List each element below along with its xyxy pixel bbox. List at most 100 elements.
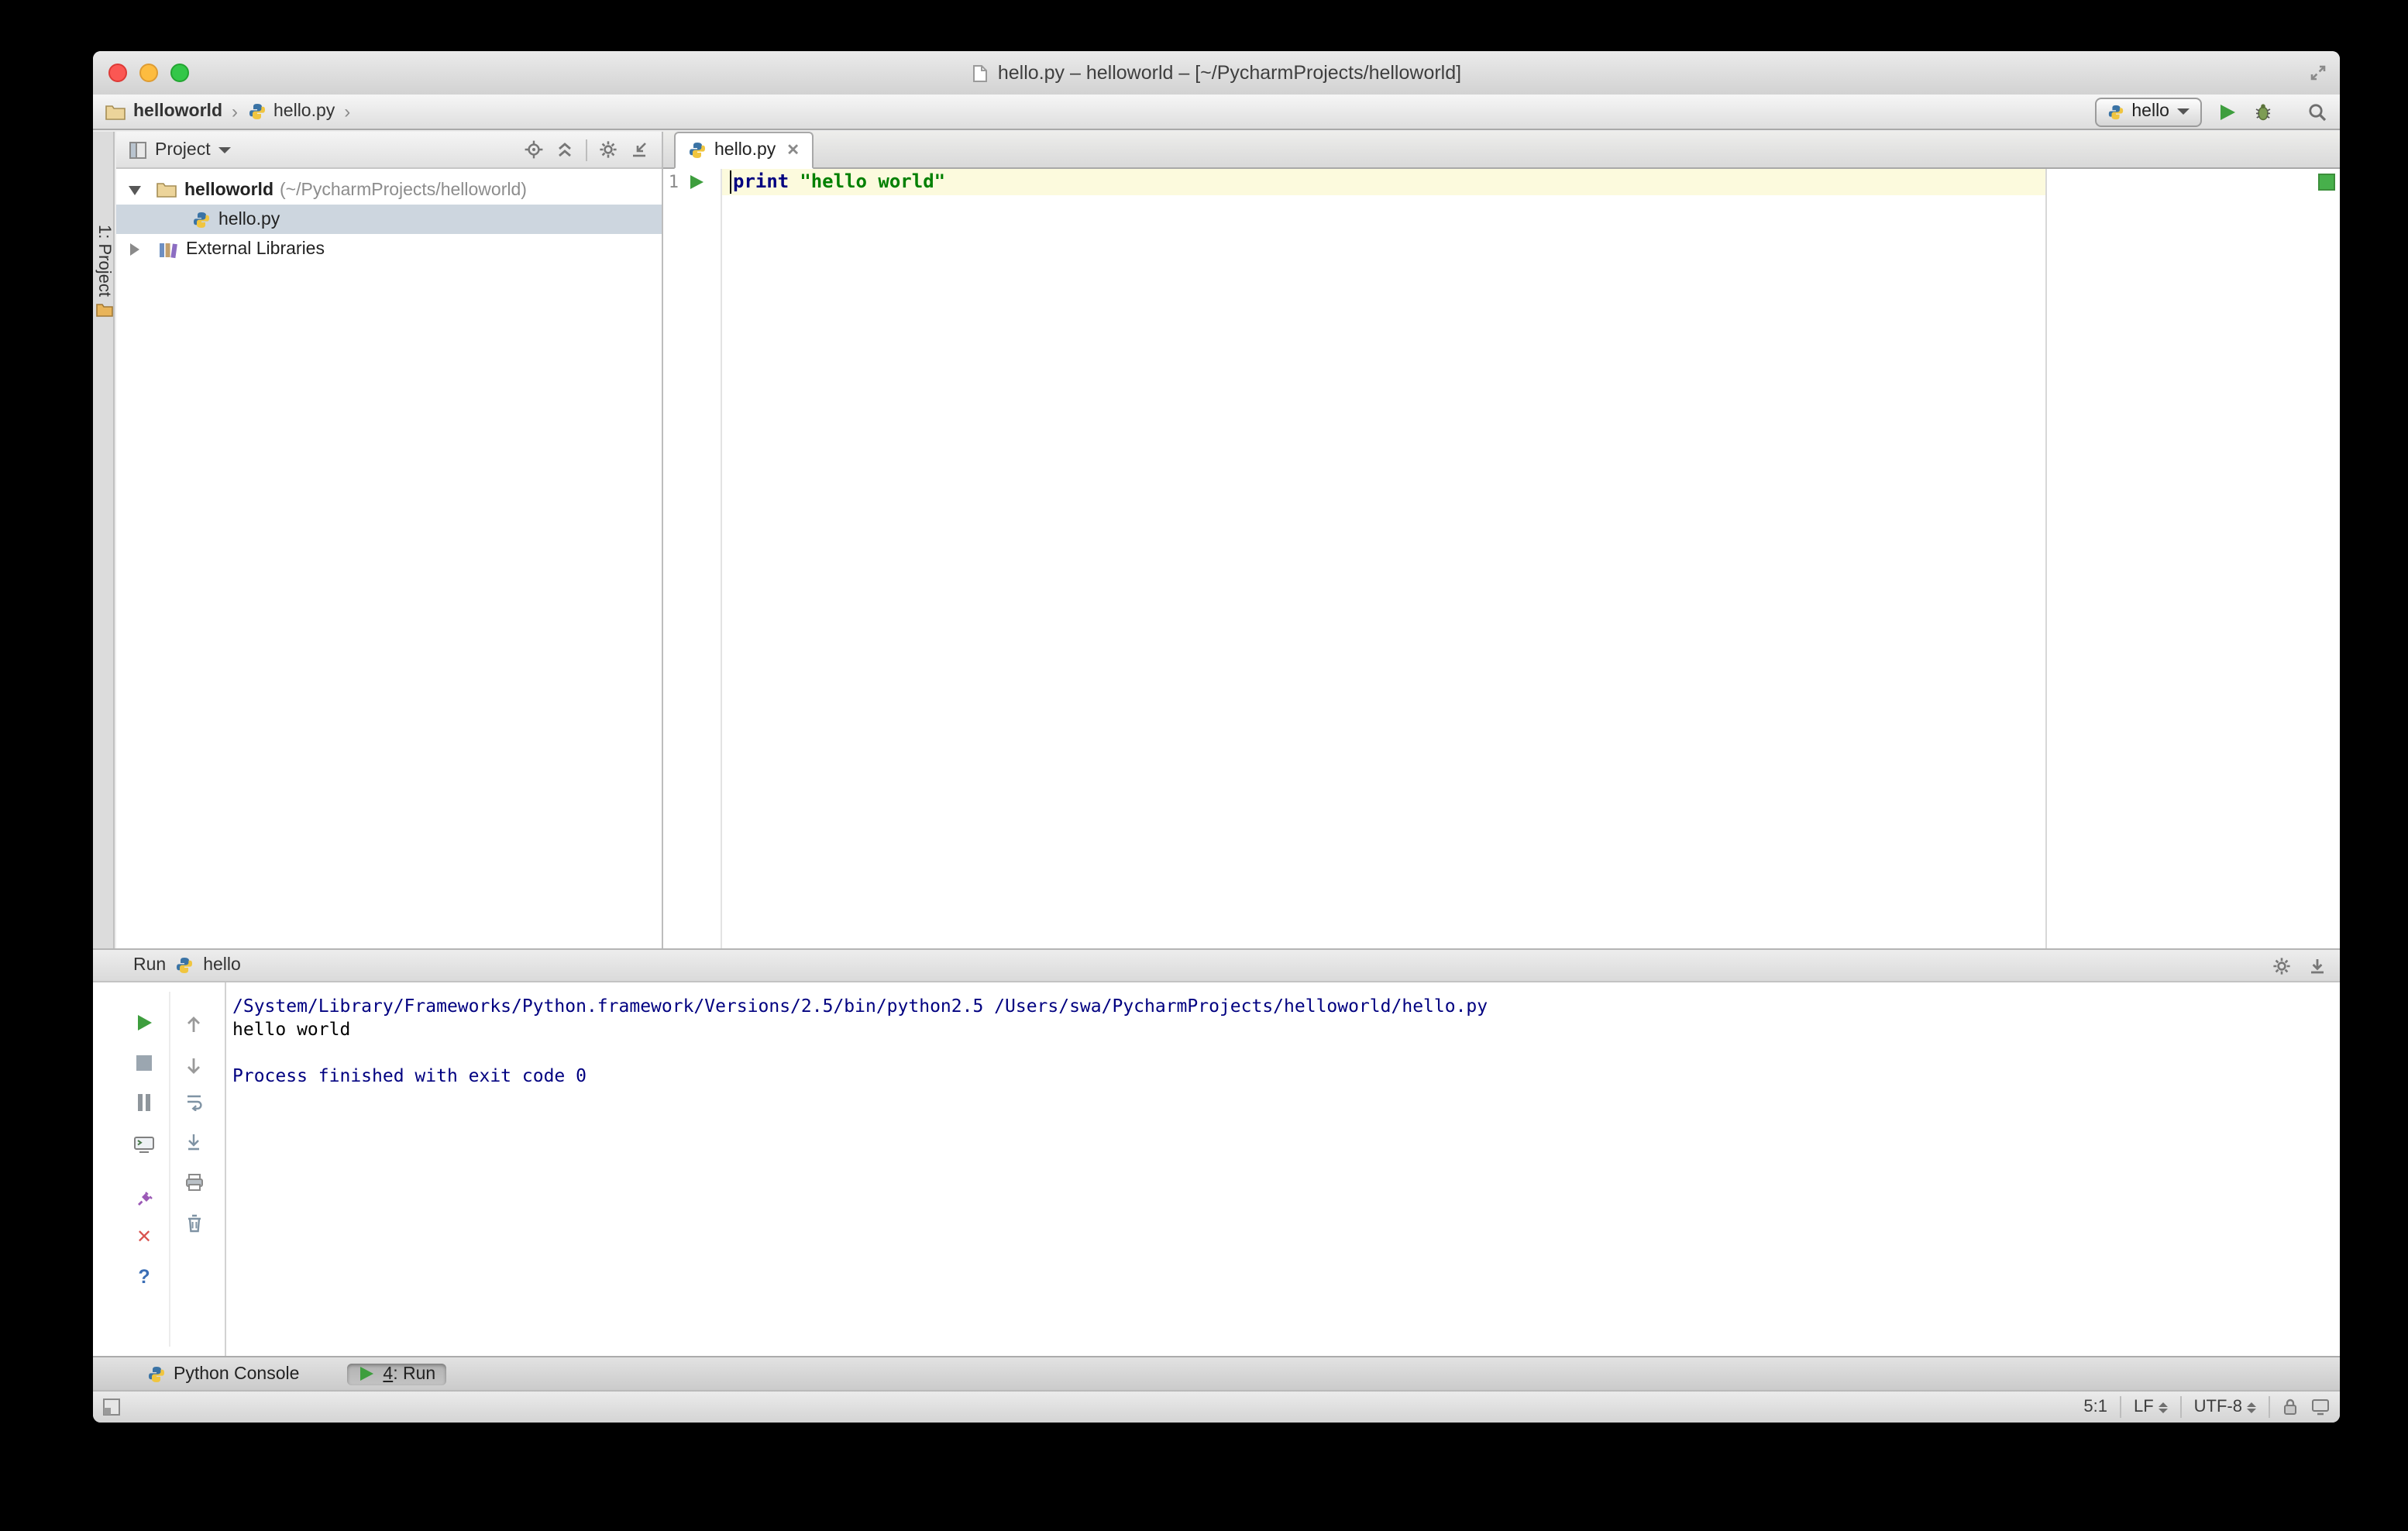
breadcrumb-file[interactable]: hello.py [273,102,335,121]
screen: hello.py – helloworld – [~/PycharmProjec… [0,0,2408,1531]
encoding-widget[interactable]: UTF-8 [2194,1398,2256,1416]
hide-panel-icon[interactable] [2307,955,2327,975]
divider [586,139,587,160]
search-icon[interactable] [2307,101,2327,122]
hector-inspector-icon[interactable] [2310,1398,2331,1416]
scroll-to-end-icon[interactable] [181,1130,206,1154]
pause-icon[interactable] [132,1089,157,1114]
tool-window-switcher-icon[interactable] [102,1398,121,1416]
tree-row-external-libraries[interactable]: External Libraries [116,234,662,263]
caret-position-widget[interactable]: 5:1 [2083,1398,2107,1416]
write-lock-icon[interactable] [2282,1398,2298,1416]
python-config-icon [175,956,194,975]
console-exit-line: Process finished with exit code 0 [232,1065,587,1086]
up-stack-trace-icon[interactable] [181,1012,206,1037]
project-panel-header: Project [116,132,662,169]
expanded-arrow-icon[interactable] [129,185,141,194]
python-file-icon [192,210,211,229]
soft-wrap-icon[interactable] [181,1089,206,1114]
python-file-icon [247,102,266,121]
line-separator-widget[interactable]: LF [2134,1398,2168,1416]
breadcrumb: helloworld › hello.py › [105,101,352,122]
tool-window-stripe: 1: Project [93,132,115,948]
text-caret [730,170,731,194]
close-tab-icon[interactable]: ✕ [786,142,800,159]
debug-button[interactable] [2253,101,2273,122]
clear-all-icon[interactable] [181,1210,206,1235]
breadcrumb-project[interactable]: helloworld [133,102,222,121]
python-console-label: Python Console [174,1364,300,1383]
fullscreen-icon[interactable] [2309,64,2327,82]
project-root-name: helloworld [184,181,273,199]
console-output-line: hello world [232,1018,351,1040]
document-icon [972,63,989,83]
run-panel-title: Run [133,956,167,975]
chevron-down-icon[interactable] [218,146,231,153]
line-number: 1 [668,172,679,192]
divider [2119,1396,2121,1418]
editor-tab-bar: hello.py ✕ [663,132,2340,169]
run-config-label: hello [203,956,241,975]
run-line-marker-icon[interactable] [688,174,705,191]
run-configuration-name: hello [2131,102,2169,121]
project-view-icon [129,140,147,159]
stop-icon[interactable] [132,1051,157,1075]
project-stripe-label: 1: Project [95,225,113,297]
show-console-icon[interactable] [132,1133,157,1158]
project-tab-icon [95,303,112,318]
help-icon[interactable]: ? [132,1264,157,1289]
titlebar[interactable]: hello.py – helloworld – [~/PycharmProjec… [93,51,2340,96]
inspection-status-indicator[interactable] [2318,174,2335,191]
tool-window-bar: Python Console 4: Run [93,1356,2340,1390]
code-string: "hello world" [800,170,946,192]
close-window-button[interactable] [108,64,127,82]
minimize-window-button[interactable] [139,64,158,82]
status-bar: 5:1 LF UTF-8 [93,1390,2340,1423]
divider [2269,1396,2270,1418]
console-output[interactable]: /System/Library/Frameworks/Python.framew… [226,982,2340,1356]
close-console-icon[interactable]: ✕ [132,1224,157,1249]
spinner-arrows-icon [2158,1402,2168,1412]
pycharm-window: hello.py – helloworld – [~/PycharmProjec… [93,51,2340,1423]
run-button[interactable] [2217,101,2238,122]
spinner-arrows-icon [2247,1402,2256,1412]
locate-file-icon[interactable] [524,139,544,160]
run-tool-window-button[interactable]: 4: Run [347,1363,447,1385]
chevron-right-icon: › [232,101,238,122]
libraries-icon [158,239,178,258]
run-configuration-select[interactable]: hello [2094,97,2202,126]
window-controls [108,64,189,82]
run-toolbar: ✕ ? [93,982,226,1356]
project-panel-title[interactable]: Project [155,140,211,159]
navigation-bar: helloworld › hello.py › hello [93,95,2340,130]
run-panel-header: Run hello [93,948,2340,982]
down-stack-trace-icon[interactable] [181,1052,206,1077]
zoom-window-button[interactable] [170,64,189,82]
rerun-icon[interactable] [132,1010,157,1035]
code-editor[interactable]: 1 print "hello world" [663,169,2340,948]
divider [169,992,170,1347]
tree-row-hello-py[interactable]: hello.py [116,205,662,234]
folder-icon [157,181,177,198]
hide-panel-icon[interactable] [629,139,649,160]
collapsed-arrow-icon[interactable] [130,243,139,255]
code-line: print "hello world" [733,170,945,192]
chevron-right-icon: › [344,101,351,122]
project-panel: Project helloworld (~/PycharmProjects/he… [116,132,663,948]
tab-hello-py[interactable]: hello.py ✕ [674,132,814,169]
project-tree: helloworld (~/PycharmProjects/helloworld… [116,169,662,263]
print-icon[interactable] [181,1170,206,1195]
python-file-icon [688,141,707,160]
external-libraries-label: External Libraries [186,239,325,258]
tree-row-project-root[interactable]: helloworld (~/PycharmProjects/helloworld… [116,175,662,205]
gear-icon[interactable] [2272,955,2292,975]
console-command-line: /System/Library/Frameworks/Python.framew… [232,995,1488,1017]
python-console-button[interactable]: Python Console [136,1363,310,1385]
run-tab-label: 4: Run [383,1364,436,1383]
attach-debugger-icon[interactable] [132,1185,157,1210]
project-stripe-button[interactable]: 1: Project [93,225,115,318]
collapse-all-icon[interactable] [555,139,575,160]
divider [2179,1396,2182,1418]
gear-icon[interactable] [598,139,618,160]
